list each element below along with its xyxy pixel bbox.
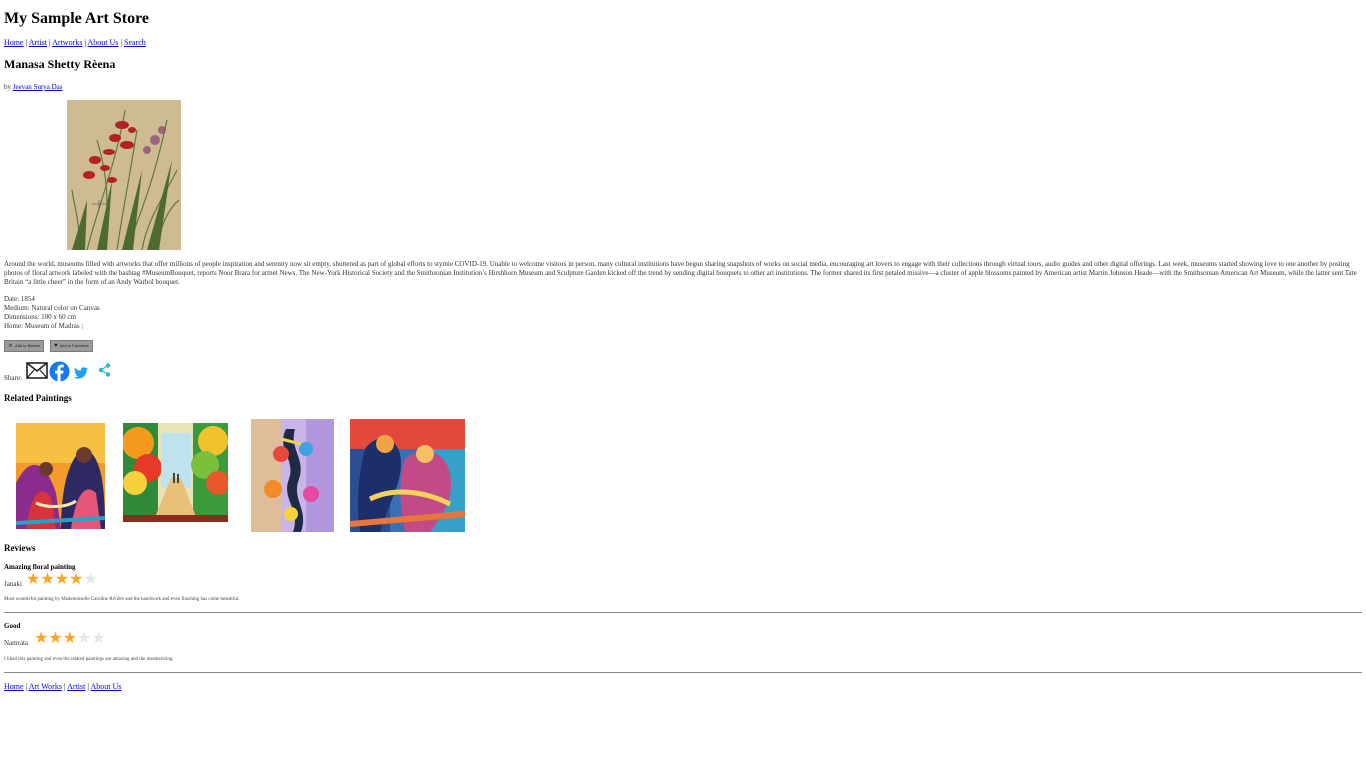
artwork-dimensions: Dimensions: 100 x 60 cm xyxy=(4,313,76,321)
star-filled-icon: ★ xyxy=(69,569,84,588)
nav-search-link[interactable]: Search xyxy=(124,38,146,47)
artwork-medium: Medium: Natural color on Canvas xyxy=(4,304,100,312)
related-painting-thumbnail[interactable] xyxy=(16,423,105,529)
byline: by Jeevan Surya Das xyxy=(4,83,63,91)
related-paintings-heading: Related Paintings xyxy=(4,393,72,403)
top-nav: Home | Artist | Artworks | About Us | Se… xyxy=(4,38,146,47)
artwork-description: Around the world, museums filled with ar… xyxy=(4,260,1357,286)
nav-separator: | xyxy=(120,38,123,47)
footer-nav: Home | Art Works | Artist | About Us xyxy=(4,682,121,691)
artwork-title: Manasa Shetty Rèena xyxy=(4,57,116,71)
artwork-date: Date: 1854 xyxy=(4,295,35,303)
byline-prefix: by xyxy=(4,83,11,91)
footer-separator: | xyxy=(87,682,89,691)
reviews-heading: Reviews xyxy=(4,543,36,553)
star-filled-icon: ★ xyxy=(48,628,63,647)
add-to-basket-button[interactable]: ⨯ Add to Basket xyxy=(4,340,44,352)
artwork-image xyxy=(67,100,181,250)
artwork-home: Home: Museum of Madras ; xyxy=(4,322,84,330)
add-to-basket-label: Add to Basket xyxy=(15,343,40,348)
nav-about-link[interactable]: About Us xyxy=(88,38,119,47)
review-body: Most wonderful painting by Mademoiselle … xyxy=(4,597,240,602)
add-to-favorites-button[interactable]: ♥ Add to Favorites xyxy=(49,340,93,352)
store-title: My Sample Art Store xyxy=(4,10,150,27)
artwork-details: Date: 1854 Medium: Natural color on Canv… xyxy=(4,295,100,331)
nav-separator: | xyxy=(84,38,86,47)
cart-icon: ⨯ xyxy=(8,343,14,349)
related-painting-thumbnail[interactable] xyxy=(350,419,465,532)
footer-home-link[interactable]: Home xyxy=(4,682,24,691)
envelope-icon[interactable] xyxy=(26,362,48,379)
share-label: Share: xyxy=(4,374,22,382)
footer-separator: | xyxy=(25,682,28,691)
add-to-favorites-label: Add to Favorites xyxy=(59,343,89,348)
share-icon[interactable] xyxy=(98,363,111,377)
heart-icon: ♥ xyxy=(53,343,58,349)
nav-artist-link[interactable]: Artist xyxy=(29,38,47,47)
twitter-icon[interactable] xyxy=(74,367,88,379)
footer-about-link[interactable]: About Us xyxy=(91,682,122,691)
review-divider xyxy=(4,672,1362,673)
review-rating: ★★★★★ xyxy=(26,571,98,587)
nav-home-link[interactable]: Home xyxy=(4,38,24,47)
review-title: Good xyxy=(4,622,21,630)
review-rating: ★★★★★ xyxy=(34,630,106,646)
star-empty-icon: ★ xyxy=(83,569,98,588)
footer-artist-link[interactable]: Artist xyxy=(67,682,85,691)
star-filled-icon: ★ xyxy=(34,628,49,647)
action-buttons: ⨯ Add to Basket ♥ Add to Favorites xyxy=(4,340,95,358)
footer-artworks-link[interactable]: Art Works xyxy=(29,682,62,691)
star-empty-icon: ★ xyxy=(91,628,106,647)
related-painting-thumbnail[interactable] xyxy=(251,419,334,532)
star-filled-icon: ★ xyxy=(26,569,41,588)
related-painting-thumbnail[interactable] xyxy=(123,423,228,522)
review-divider xyxy=(4,612,1362,613)
nav-separator: | xyxy=(25,38,28,47)
star-filled-icon: ★ xyxy=(40,569,55,588)
nav-separator: | xyxy=(48,38,51,47)
review-body: I liked this painting and even the relat… xyxy=(4,657,174,662)
artist-link[interactable]: Jeevan Surya Das xyxy=(13,83,63,91)
nav-artworks-link[interactable]: Artworks xyxy=(52,38,82,47)
star-empty-icon: ★ xyxy=(77,628,92,647)
star-filled-icon: ★ xyxy=(54,569,70,588)
facebook-icon[interactable] xyxy=(49,361,70,382)
footer-separator: | xyxy=(63,682,66,691)
review-author: Namrata xyxy=(4,639,29,647)
review-author: Janaki xyxy=(4,580,22,588)
star-filled-icon: ★ xyxy=(62,628,78,647)
